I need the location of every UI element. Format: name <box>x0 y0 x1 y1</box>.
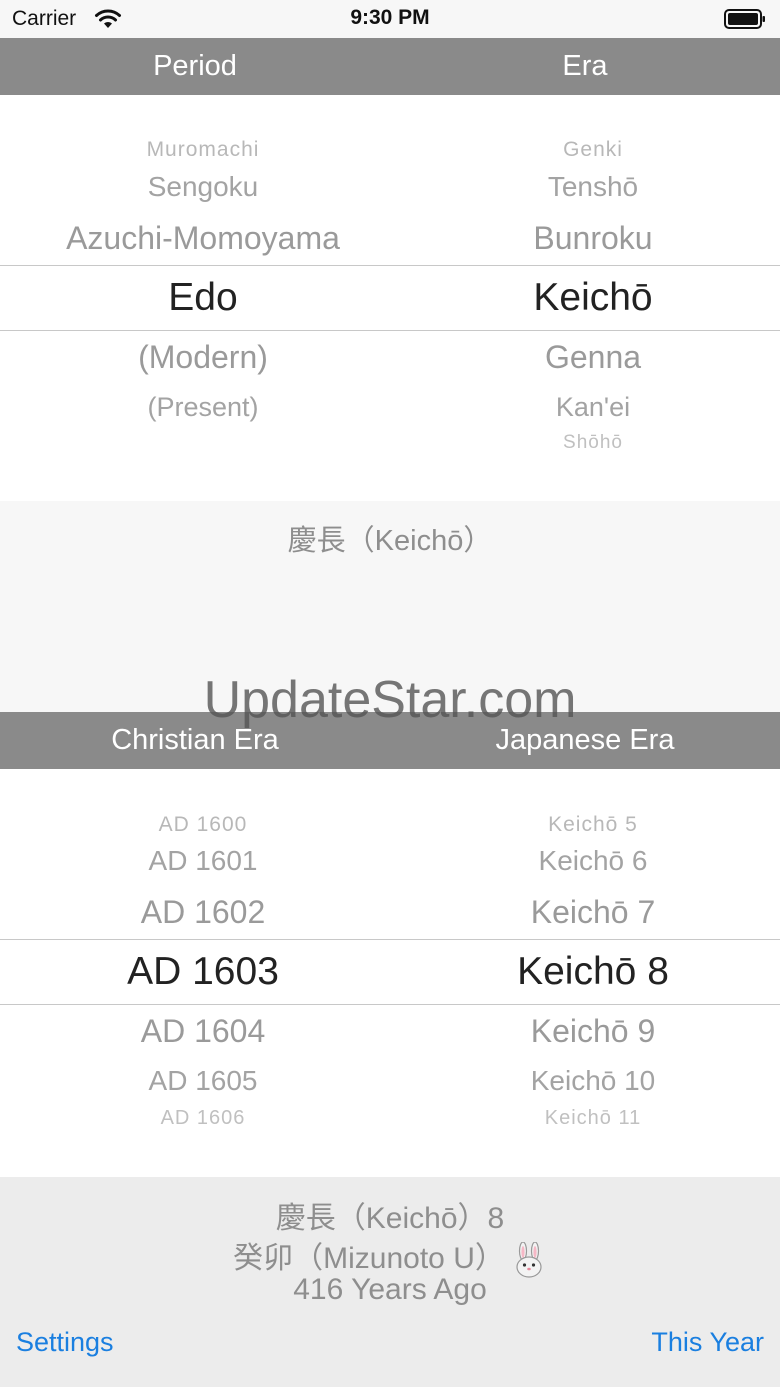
period-option[interactable]: (Modern) <box>8 339 398 376</box>
selection-line-bottom <box>0 1004 780 1005</box>
period-era-header: Period Era <box>0 38 780 95</box>
japanese-year-option[interactable]: Keichō 6 <box>398 845 780 877</box>
christian-year-option[interactable]: AD 1602 <box>8 894 398 931</box>
christian-year-option[interactable]: AD 1604 <box>8 1013 398 1050</box>
japanese-year-option[interactable]: Keichō 7 <box>398 894 780 931</box>
period-wheel[interactable]: Muromachi Sengoku Azuchi-Momoyama Edo (M… <box>8 95 398 501</box>
status-bar: Carrier 9:30 PM <box>0 0 780 38</box>
japanese-year-selected[interactable]: Keichō 8 <box>398 950 780 994</box>
christian-year-selected[interactable]: AD 1603 <box>8 950 398 994</box>
selection-line-bottom <box>0 330 780 331</box>
christian-year-wheel[interactable]: AD 1600 AD 1601 AD 1602 AD 1603 AD 1604 … <box>8 769 398 1177</box>
era-header: Era <box>562 50 608 82</box>
era-option[interactable]: Genki <box>398 138 780 162</box>
era-option[interactable]: Bunroku <box>398 220 780 257</box>
result-era-year: 慶長（Keichō）8 <box>275 1202 505 1235</box>
battery-icon <box>724 9 765 29</box>
period-option[interactable]: Azuchi-Momoyama <box>8 220 398 257</box>
japanese-year-wheel[interactable]: Keichō 5 Keichō 6 Keichō 7 Keichō 8 Keic… <box>398 769 780 1177</box>
result-zodiac-label: 癸卯（Mizunoto U） <box>233 1242 505 1275</box>
result-zodiac: 癸卯（Mizunoto U） <box>0 1233 780 1278</box>
result-panel: 慶長（Keichō）8 癸卯（Mizunoto U） 416 Years Ago… <box>0 1177 780 1387</box>
period-option[interactable]: (Present) <box>8 392 398 423</box>
result-years-ago: 416 Years Ago <box>293 1273 487 1306</box>
era-wheel[interactable]: Genki Tenshō Bunroku Keichō Genna Kan'ei… <box>398 95 780 501</box>
watermark: UpdateStar.com <box>203 671 577 729</box>
japanese-year-option[interactable]: Keichō 5 <box>398 813 780 837</box>
japanese-year-option[interactable]: Keichō 10 <box>398 1065 780 1097</box>
selection-line-top <box>0 265 780 266</box>
christian-year-option[interactable]: AD 1606 <box>8 1107 398 1130</box>
christian-year-option[interactable]: AD 1601 <box>8 845 398 877</box>
selected-era-label: 慶長（Keichō） <box>287 525 493 557</box>
christian-year-option[interactable]: AD 1600 <box>8 813 398 837</box>
era-option[interactable]: Tenshō <box>398 171 780 203</box>
period-selected[interactable]: Edo <box>8 276 398 320</box>
era-option[interactable]: Kan'ei <box>398 392 780 423</box>
clock: 9:30 PM <box>350 6 430 29</box>
this-year-button[interactable]: This Year <box>651 1327 764 1358</box>
japanese-year-option[interactable]: Keichō 11 <box>398 1107 780 1130</box>
era-option[interactable]: Genna <box>398 339 780 376</box>
japanese-year-option[interactable]: Keichō 9 <box>398 1013 780 1050</box>
era-selected[interactable]: Keichō <box>398 276 780 320</box>
era-option[interactable]: Shōhō <box>398 432 780 454</box>
period-era-picker[interactable]: Muromachi Sengoku Azuchi-Momoyama Edo (M… <box>0 95 780 501</box>
christian-year-option[interactable]: AD 1605 <box>8 1065 398 1097</box>
period-option[interactable]: Muromachi <box>8 138 398 162</box>
selection-line-top <box>0 939 780 940</box>
period-option[interactable]: Sengoku <box>8 171 398 203</box>
period-header: Period <box>153 50 237 82</box>
settings-button[interactable]: Settings <box>16 1327 114 1358</box>
year-picker[interactable]: AD 1600 AD 1601 AD 1602 AD 1603 AD 1604 … <box>0 769 780 1177</box>
